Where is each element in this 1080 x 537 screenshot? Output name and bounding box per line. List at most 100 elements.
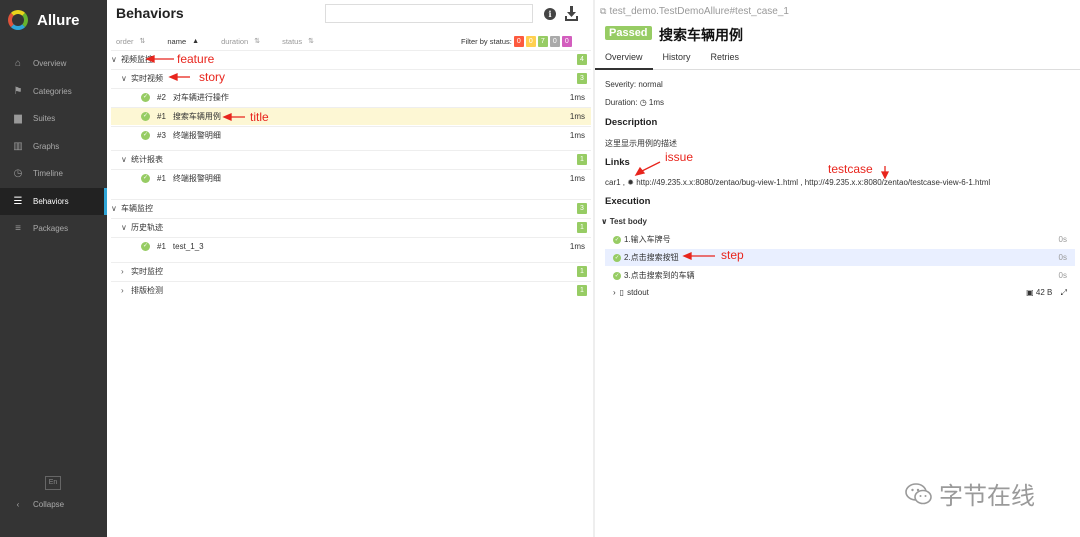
page-title: Behaviors xyxy=(116,5,184,21)
status-badge: Passed xyxy=(605,26,652,40)
sidebar-item-categories[interactable]: ⚑ Categories xyxy=(0,78,107,106)
description-heading: Description xyxy=(605,117,658,128)
info-icon[interactable]: i xyxy=(544,8,556,20)
story-label: 排版检测 xyxy=(131,286,163,295)
sidebar-item-label: Packages xyxy=(33,224,69,234)
description-text: 这里显示用例的描述 xyxy=(605,139,677,148)
group-count-badge: 3 xyxy=(577,203,587,214)
duration-label: Duration: xyxy=(605,98,638,107)
tab-overview[interactable]: Overview xyxy=(595,50,653,70)
filter-skipped[interactable]: 0 xyxy=(549,36,560,47)
sort-arrows-icon: ⇅ xyxy=(139,38,146,45)
attachment-size: ▣ 42 B ⤢ xyxy=(1026,288,1067,298)
sort-arrows-icon: ⇅ xyxy=(254,38,261,45)
tree-testcase-row-selected[interactable]: ✓ #1 搜索车辆用例 1ms xyxy=(111,107,591,125)
sidebar-nav: ⌂ Overview ⚑ Categories ▆ Suites ▥ Graph… xyxy=(0,50,107,243)
annotation-title: title xyxy=(250,110,269,124)
tree-story-row[interactable]: › 实时监控 1 xyxy=(111,262,591,280)
tree-story-row[interactable]: ∨ 实时视频 3 xyxy=(111,69,591,87)
sidebar-item-suites[interactable]: ▆ Suites xyxy=(0,105,107,133)
watermark-text: 字节在线 xyxy=(939,483,1035,510)
test-body-label: Test body xyxy=(609,217,647,226)
passed-check-icon: ✓ xyxy=(613,253,621,262)
tree-story-row[interactable]: › 排版检测 1 xyxy=(111,281,591,299)
links-line: car1 , ✹ http://49.235.x.x:8080/zentao/b… xyxy=(605,178,990,187)
copy-icon[interactable]: ⧉ xyxy=(600,6,606,17)
sort-status-label: status xyxy=(282,36,303,46)
sidebar-item-label: Overview xyxy=(33,59,67,69)
sidebar-item-packages[interactable]: ≡ Packages xyxy=(0,215,107,243)
chevron-right-icon: › xyxy=(121,267,124,276)
testcase-order: #2 xyxy=(157,93,166,102)
step-row[interactable]: ✓ 3.点击搜索到的车辆 0s xyxy=(605,267,1075,284)
group-count-badge: 1 xyxy=(577,266,587,277)
story-label: 实时视频 xyxy=(131,74,163,83)
home-icon: ⌂ xyxy=(14,58,22,70)
filter-failed[interactable]: 0 xyxy=(513,36,524,47)
status-filter: Filter by status: 0 0 7 0 0 xyxy=(461,36,572,47)
filter-passed[interactable]: 7 xyxy=(537,36,548,47)
annotation-story: story xyxy=(199,70,226,84)
testcase-order: #1 xyxy=(157,174,166,183)
sort-order[interactable]: order ⇅ xyxy=(116,37,145,46)
tab-history[interactable]: History xyxy=(653,50,701,70)
testcase-label: 终端报警明细 xyxy=(172,131,221,140)
download-icon[interactable] xyxy=(565,6,578,21)
testcase-order: #1 xyxy=(157,112,166,121)
sort-duration-label: duration xyxy=(221,36,249,46)
collapse-button[interactable]: ‹ Collapse xyxy=(11,500,64,509)
sort-status[interactable]: status ⇅ xyxy=(282,37,314,46)
annotation-testcase: testcase xyxy=(828,162,873,176)
chevron-down-icon: ∨ xyxy=(121,223,127,232)
sidebar-item-behaviors[interactable]: ☰ Behaviors xyxy=(0,187,107,215)
brand[interactable]: Allure xyxy=(0,0,107,40)
filter-broken[interactable]: 0 xyxy=(525,36,536,47)
chevron-right-icon: › xyxy=(121,286,124,295)
testcase-tabs: Overview History Retries xyxy=(595,50,1080,70)
tree-testcase-row[interactable]: ✓ #3 终端报警明细 1ms xyxy=(111,126,591,144)
tree-feature-row[interactable]: ∨ 车辆监控 3 xyxy=(111,199,591,217)
filter-unknown[interactable]: 0 xyxy=(561,36,572,47)
step-row-highlighted[interactable]: ✓ 2.点击搜索按钮 0s xyxy=(605,249,1075,266)
list-icon: ☰ xyxy=(13,195,23,207)
search-input[interactable] xyxy=(325,4,533,23)
group-count-badge: 1 xyxy=(577,285,587,296)
tree-testcase-row[interactable]: ✓ #1 终端报警明细 1ms xyxy=(111,169,591,187)
annotation-feature: feature xyxy=(177,52,215,66)
step-duration: 0s xyxy=(1058,235,1067,244)
testcase-title: 搜索车辆用例 xyxy=(659,27,743,43)
testcase-duration: 1ms xyxy=(569,131,585,140)
sidebar-item-timeline[interactable]: ◷ Timeline xyxy=(0,160,107,188)
chevron-down-icon: ∨ xyxy=(111,55,117,64)
language-switch[interactable]: En xyxy=(45,476,61,490)
tab-retries[interactable]: Retries xyxy=(701,50,750,70)
step-row[interactable]: ✓ 1.输入车牌号 0s xyxy=(605,231,1075,248)
testcase-duration: 1ms xyxy=(569,174,585,183)
test-body[interactable]: ∨ Test body xyxy=(601,217,647,226)
group-count-badge: 3 xyxy=(577,73,587,84)
sidebar-item-graphs[interactable]: ▥ Graphs xyxy=(0,133,107,161)
passed-check-icon: ✓ xyxy=(141,131,150,140)
sort-name[interactable]: name ▲ xyxy=(167,37,199,46)
tree-story-row[interactable]: ∨ 历史轨迹 1 xyxy=(111,218,591,236)
sidebar-item-overview[interactable]: ⌂ Overview xyxy=(0,50,107,78)
issue-link[interactable]: car1 , xyxy=(605,178,625,187)
expand-icon[interactable]: ⤢ xyxy=(1061,288,1067,297)
sidebar-item-label: Suites xyxy=(33,114,56,124)
attachment-row[interactable]: › ▯ stdout ▣ 42 B ⤢ xyxy=(605,284,1075,301)
testcase-duration: 1ms xyxy=(569,112,585,121)
testcase-label: test_1_3 xyxy=(172,242,204,251)
tms-links[interactable]: http://49.235.x.x:8080/zentao/bug-view-1… xyxy=(636,178,990,187)
story-label: 统计报表 xyxy=(131,155,163,164)
sort-arrows-icon: ⇅ xyxy=(308,38,314,45)
testcase-label: 对车辆进行操作 xyxy=(172,93,229,102)
sidebar: Allure ⌂ Overview ⚑ Categories ▆ Suites … xyxy=(0,0,107,537)
sort-duration[interactable]: duration ⇅ xyxy=(221,37,260,46)
group-count-badge: 1 xyxy=(577,222,587,233)
execution-heading: Execution xyxy=(605,196,651,207)
brand-name: Allure xyxy=(37,11,80,29)
tree-testcase-row[interactable]: ✓ #2 对车辆进行操作 1ms xyxy=(111,88,591,106)
briefcase-icon: ▆ xyxy=(14,113,22,125)
tree-testcase-row[interactable]: ✓ #1 test_1_3 1ms xyxy=(111,237,591,255)
tree-story-row[interactable]: ∨ 统计报表 1 xyxy=(111,150,591,168)
